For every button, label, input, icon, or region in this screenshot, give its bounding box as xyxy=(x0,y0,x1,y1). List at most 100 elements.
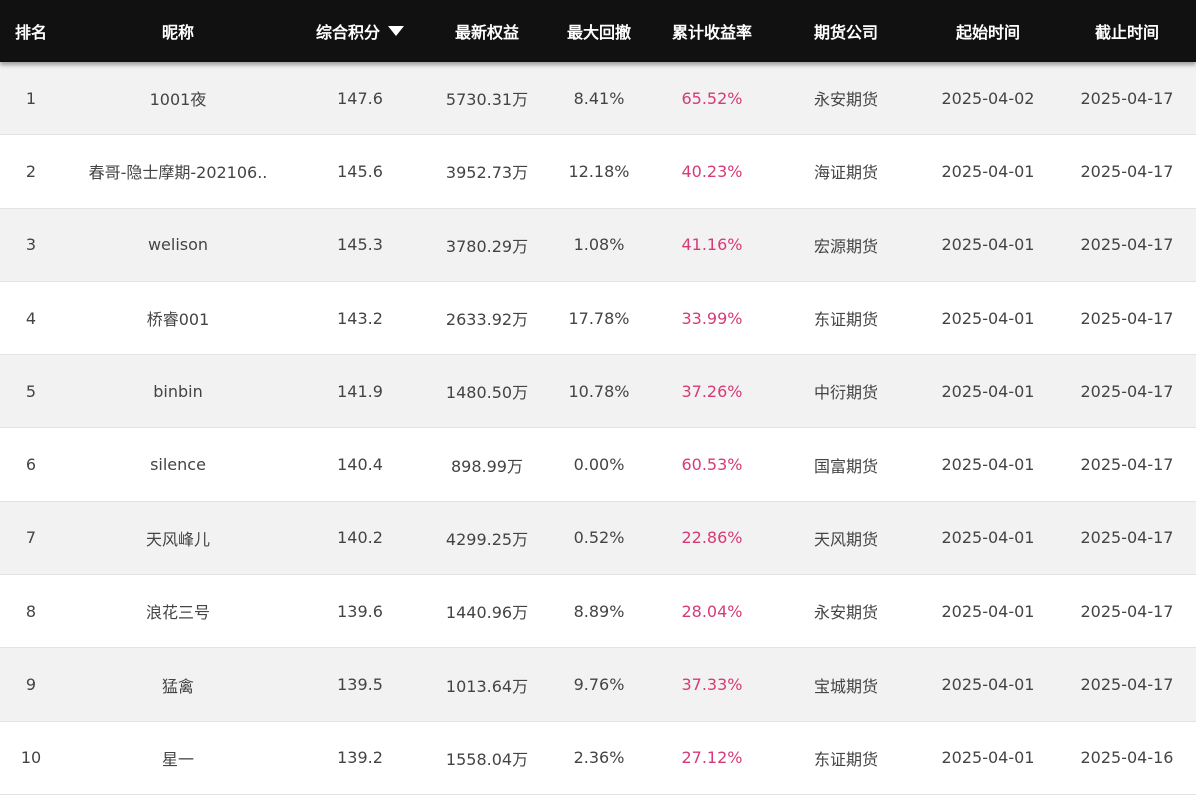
rank-cell: 7 xyxy=(25,528,37,548)
table-row[interactable]: 5 binbin 141.9 1480.50万 10.78% 37.26% 中衍… xyxy=(0,355,1196,429)
rank-cell: 5 xyxy=(25,381,37,401)
max-drawdown-cell: 2.36% xyxy=(573,748,625,768)
broker-cell: 中衍期货 xyxy=(813,383,878,403)
max-drawdown-cell: 12.18% xyxy=(568,161,630,181)
cumulative-return-cell: 65.52% xyxy=(681,88,743,108)
cumulative-return-cell: 28.04% xyxy=(681,601,743,621)
max-drawdown-cell: 1.08% xyxy=(573,235,625,255)
header-nickname: 昵称 xyxy=(161,23,194,42)
equity-cell: 2633.92万 xyxy=(445,310,529,330)
cumulative-return-cell: 60.53% xyxy=(681,455,743,475)
rank-cell: 10 xyxy=(20,748,42,768)
equity-cell: 1558.04万 xyxy=(445,749,529,769)
nickname-cell: silence xyxy=(150,455,206,475)
score-cell: 147.6 xyxy=(337,88,383,108)
score-cell: 139.5 xyxy=(337,675,383,695)
broker-cell: 永安期货 xyxy=(813,603,878,623)
table-row[interactable]: 6 silence 140.4 898.99万 0.00% 60.53% 国富期… xyxy=(0,428,1196,502)
start-date-cell: 2025-04-01 xyxy=(941,601,1035,621)
ranking-table: 排名 昵称 综合积分 最新权益 最大回撤 累计收益率 期货公司 起始时间 截止时… xyxy=(0,0,1196,795)
table-row[interactable]: 10 星一 139.2 1558.04万 2.36% 27.12% 东证期货 2… xyxy=(0,721,1196,795)
cumulative-return-cell: 37.33% xyxy=(681,675,743,695)
header-score-sort[interactable]: 综合积分 xyxy=(294,0,426,62)
table-row[interactable]: 4 桥睿001 143.2 2633.92万 17.78% 33.99% 东证期… xyxy=(0,281,1196,356)
broker-cell: 宝城期货 xyxy=(813,676,878,696)
header-score-label: 综合积分 xyxy=(315,23,380,42)
score-cell: 145.6 xyxy=(337,161,383,181)
broker-cell: 海证期货 xyxy=(813,163,878,183)
equity-cell: 3780.29万 xyxy=(445,236,529,256)
header-end-date: 截止时间 xyxy=(1094,23,1159,42)
end-date-cell: 2025-04-17 xyxy=(1080,528,1174,548)
broker-cell: 天风期货 xyxy=(813,529,878,549)
table-row[interactable]: 2 春哥-隐士摩期-202106.. 145.6 3952.73万 12.18%… xyxy=(0,135,1196,209)
end-date-cell: 2025-04-17 xyxy=(1080,675,1174,695)
start-date-cell: 2025-04-01 xyxy=(941,675,1035,695)
rank-cell: 4 xyxy=(25,308,37,328)
max-drawdown-cell: 10.78% xyxy=(568,381,630,401)
cumulative-return-cell: 41.16% xyxy=(681,235,743,255)
score-cell: 140.4 xyxy=(337,455,383,475)
broker-cell: 东证期货 xyxy=(813,749,878,769)
nickname-cell: 桥睿001 xyxy=(146,310,210,330)
nickname-cell: 天风峰儿 xyxy=(145,529,210,549)
header-equity: 最新权益 xyxy=(454,23,519,42)
header-max-drawdown: 最大回撤 xyxy=(566,23,631,42)
triangle-down-icon xyxy=(388,26,404,36)
score-cell: 139.6 xyxy=(337,601,383,621)
score-cell: 143.2 xyxy=(337,308,383,328)
equity-cell: 1013.64万 xyxy=(445,676,529,696)
end-date-cell: 2025-04-17 xyxy=(1080,308,1174,328)
cumulative-return-cell: 22.86% xyxy=(681,528,743,548)
start-date-cell: 2025-04-01 xyxy=(941,235,1035,255)
equity-cell: 1480.50万 xyxy=(445,383,529,403)
start-date-cell: 2025-04-01 xyxy=(941,161,1035,181)
table-row[interactable]: 7 天风峰儿 140.2 4299.25万 0.52% 22.86% 天风期货 … xyxy=(0,501,1196,576)
max-drawdown-cell: 17.78% xyxy=(568,308,630,328)
rank-cell: 3 xyxy=(25,235,37,255)
score-cell: 145.3 xyxy=(337,235,383,255)
cumulative-return-cell: 40.23% xyxy=(681,161,743,181)
max-drawdown-cell: 0.52% xyxy=(573,528,625,548)
rank-cell: 1 xyxy=(25,88,37,108)
max-drawdown-cell: 0.00% xyxy=(573,455,625,475)
end-date-cell: 2025-04-17 xyxy=(1080,161,1174,181)
max-drawdown-cell: 8.89% xyxy=(573,601,625,621)
start-date-cell: 2025-04-01 xyxy=(941,381,1035,401)
broker-cell: 永安期货 xyxy=(813,90,878,110)
rank-cell: 9 xyxy=(25,675,37,695)
start-date-cell: 2025-04-01 xyxy=(941,748,1035,768)
header-broker: 期货公司 xyxy=(813,23,878,42)
broker-cell: 宏源期货 xyxy=(813,236,878,256)
nickname-cell: binbin xyxy=(153,381,203,401)
end-date-cell: 2025-04-17 xyxy=(1080,235,1174,255)
score-cell: 139.2 xyxy=(337,748,383,768)
header-cumulative-return: 累计收益率 xyxy=(671,23,752,42)
score-cell: 140.2 xyxy=(337,528,383,548)
start-date-cell: 2025-04-01 xyxy=(941,455,1035,475)
table-row[interactable]: 8 浪花三号 139.6 1440.96万 8.89% 28.04% 永安期货 … xyxy=(0,575,1196,649)
end-date-cell: 2025-04-17 xyxy=(1080,601,1174,621)
score-cell: 141.9 xyxy=(337,381,383,401)
cumulative-return-cell: 37.26% xyxy=(681,381,743,401)
equity-cell: 5730.31万 xyxy=(445,90,529,110)
start-date-cell: 2025-04-01 xyxy=(941,528,1035,548)
header-start-date: 起始时间 xyxy=(955,23,1020,42)
end-date-cell: 2025-04-17 xyxy=(1080,381,1174,401)
header-rank: 排名 xyxy=(14,23,47,42)
rank-cell: 8 xyxy=(25,601,37,621)
broker-cell: 国富期货 xyxy=(813,456,878,476)
start-date-cell: 2025-04-02 xyxy=(941,88,1035,108)
equity-cell: 898.99万 xyxy=(451,456,523,476)
nickname-cell: 猛禽 xyxy=(161,676,194,696)
cumulative-return-cell: 33.99% xyxy=(681,308,743,328)
table-row[interactable]: 1 1001夜 147.6 5730.31万 8.41% 65.52% 永安期货… xyxy=(0,62,1196,136)
table-row[interactable]: 3 welison 145.3 3780.29万 1.08% 41.16% 宏源… xyxy=(0,208,1196,282)
table-header: 排名 昵称 综合积分 最新权益 最大回撤 累计收益率 期货公司 起始时间 截止时… xyxy=(0,0,1196,62)
max-drawdown-cell: 8.41% xyxy=(573,88,625,108)
rank-cell: 6 xyxy=(25,455,37,475)
end-date-cell: 2025-04-17 xyxy=(1080,455,1174,475)
table-row[interactable]: 9 猛禽 139.5 1013.64万 9.76% 37.33% 宝城期货 20… xyxy=(0,648,1196,722)
table-body: 1 1001夜 147.6 5730.31万 8.41% 65.52% 永安期货… xyxy=(0,62,1196,795)
nickname-cell: 浪花三号 xyxy=(145,603,210,623)
